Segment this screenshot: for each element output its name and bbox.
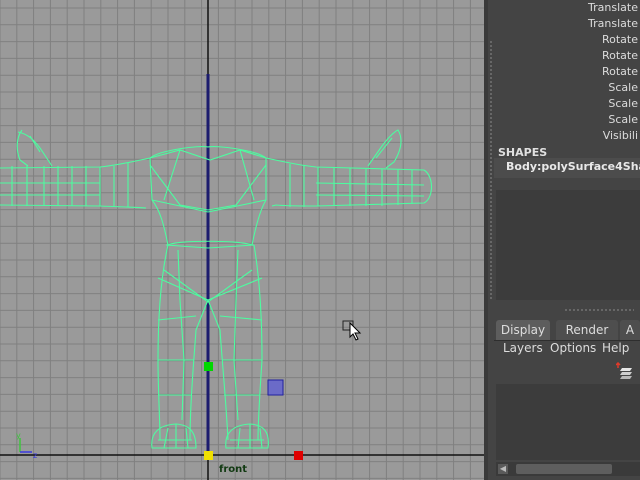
camera-view-label: front [219,464,248,475]
attr-scale-x[interactable]: Scale [608,81,638,94]
shape-node-row[interactable]: Body:polySurface4Shap [494,158,640,178]
layer-list[interactable] [496,384,640,460]
tab-render[interactable]: Render [556,320,618,340]
attr-translate-x[interactable]: Translate [588,1,638,14]
attr-scale-y[interactable]: Scale [608,97,638,110]
tab-display[interactable]: Display [496,320,550,340]
menu-help[interactable]: Help [602,341,629,355]
scroll-thumb[interactable] [516,464,612,474]
layer-editor[interactable]: Display Render A Layers Options Help ◀ [494,318,640,480]
attr-rotate-z[interactable]: Rotate [602,65,638,78]
menu-options[interactable]: Options [550,341,596,355]
tab-anim[interactable]: A [620,320,640,340]
scroll-left-arrow-icon[interactable]: ◀ [498,464,508,474]
attr-scale-z[interactable]: Scale [608,113,638,126]
channel-layer-splitter[interactable] [494,303,640,318]
attr-rotate-x[interactable]: Rotate [602,33,638,46]
character-wireframe[interactable] [0,0,484,480]
attr-visibility[interactable]: Visibili [603,129,638,142]
new-layer-icon[interactable] [616,362,634,380]
channel-box-empty-area [496,190,640,300]
menu-layers[interactable]: Layers [503,341,543,355]
perspective-viewport[interactable]: yz front [0,0,484,480]
attr-translate-y[interactable]: Translate [588,17,638,30]
attr-rotate-y[interactable]: Rotate [602,49,638,62]
shape-node-name: Body:polySurface4Shap [506,160,640,173]
horizontal-scrollbar[interactable]: ◀ [496,462,640,476]
channel-box[interactable]: Translate Translate Rotate Rotate Rotate… [494,0,640,303]
